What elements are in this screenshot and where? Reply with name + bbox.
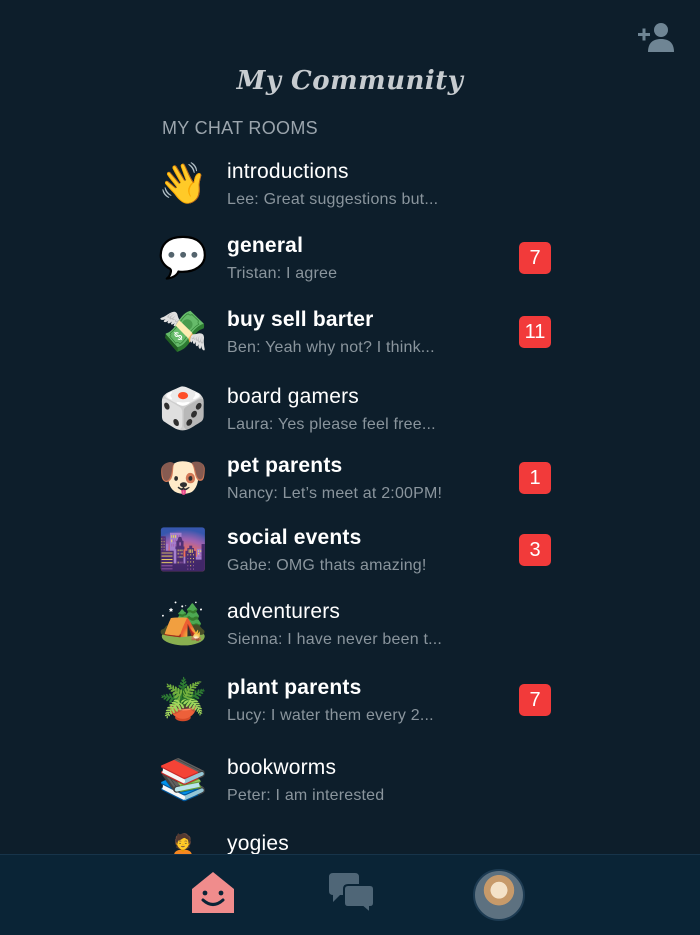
camping-tent-icon: 🏕️ — [158, 602, 208, 646]
chat-room-social-events[interactable]: 🌆 social events Gabe: OMG thats amazing!… — [150, 516, 560, 588]
tab-community[interactable] — [189, 869, 241, 921]
unread-badge: 11 — [519, 316, 551, 348]
profile-avatar — [473, 869, 525, 921]
room-preview: Peter: I am interested — [227, 787, 385, 804]
yoga-person-icon: 🧘 — [158, 832, 208, 855]
speech-bubble-icon: 💬 — [158, 236, 208, 280]
chat-room-adventurers[interactable]: 🏕️ adventurers Sienna: I have never been… — [150, 590, 560, 662]
page-title: My Community — [236, 66, 464, 96]
room-name: yogies — [227, 832, 289, 855]
room-preview: Nancy: Let’s meet at 2:00PM! — [227, 485, 443, 502]
chat-room-yogies[interactable]: 🧘 yogies — [150, 822, 560, 855]
chat-bubbles-icon — [329, 873, 375, 916]
dog-face-icon: 🐶 — [158, 456, 208, 500]
room-preview: Ben: Yeah why not? I think... — [227, 339, 435, 356]
room-name: board gamers — [227, 385, 359, 408]
chat-room-list[interactable]: 👋 introductions Lee: Great suggestions b… — [0, 150, 700, 855]
community-icon — [192, 872, 234, 913]
potted-plant-icon: 🪴 — [158, 678, 208, 722]
room-preview: Laura: Yes please feel free... — [227, 416, 436, 433]
tab-messages[interactable] — [326, 869, 378, 921]
add-user-icon — [638, 23, 674, 52]
money-wings-icon: 💸 — [158, 310, 208, 354]
chat-room-pet-parents[interactable]: 🐶 pet parents Nancy: Let’s meet at 2:00P… — [150, 444, 560, 516]
books-icon: 📚 — [158, 758, 208, 802]
unread-badge: 3 — [519, 534, 551, 566]
dice-icon: 🎲 — [158, 387, 208, 431]
unread-badge: 7 — [519, 684, 551, 716]
bottom-tab-bar — [0, 854, 700, 935]
room-preview: Lee: Great suggestions but... — [227, 191, 439, 208]
unread-badge: 1 — [519, 462, 551, 494]
room-name: pet parents — [227, 454, 343, 477]
room-name: buy sell barter — [227, 308, 374, 331]
chat-room-introductions[interactable]: 👋 introductions Lee: Great suggestions b… — [150, 150, 560, 222]
city-sunset-icon: 🌆 — [158, 528, 208, 572]
room-name: bookworms — [227, 756, 337, 779]
room-preview: Tristan: I agree — [227, 265, 338, 282]
waving-hand-icon: 👋 — [158, 162, 208, 206]
room-preview: Gabe: OMG thats amazing! — [227, 557, 427, 574]
chat-room-buy-sell-barter[interactable]: 💸 buy sell barter Ben: Yeah why not? I t… — [150, 298, 560, 370]
section-label: MY CHAT ROOMS — [162, 118, 318, 138]
chat-room-general[interactable]: 💬 general Tristan: I agree 7 — [150, 224, 560, 296]
room-preview: Sienna: I have never been t... — [227, 631, 443, 648]
room-name: social events — [227, 526, 362, 549]
room-name: adventurers — [227, 600, 341, 623]
room-preview: Lucy: I water them every 2... — [227, 707, 434, 724]
unread-badge: 7 — [519, 242, 551, 274]
tab-profile[interactable] — [473, 869, 525, 921]
add-user-button[interactable] — [638, 20, 676, 54]
chat-room-plant-parents[interactable]: 🪴 plant parents Lucy: I water them every… — [150, 666, 560, 738]
chat-room-board-gamers[interactable]: 🎲 board gamers Laura: Yes please feel fr… — [150, 375, 560, 447]
room-name: plant parents — [227, 676, 362, 699]
room-name: general — [227, 234, 304, 257]
chat-room-bookworms[interactable]: 📚 bookworms Peter: I am interested — [150, 746, 560, 818]
room-name: introductions — [227, 160, 349, 183]
